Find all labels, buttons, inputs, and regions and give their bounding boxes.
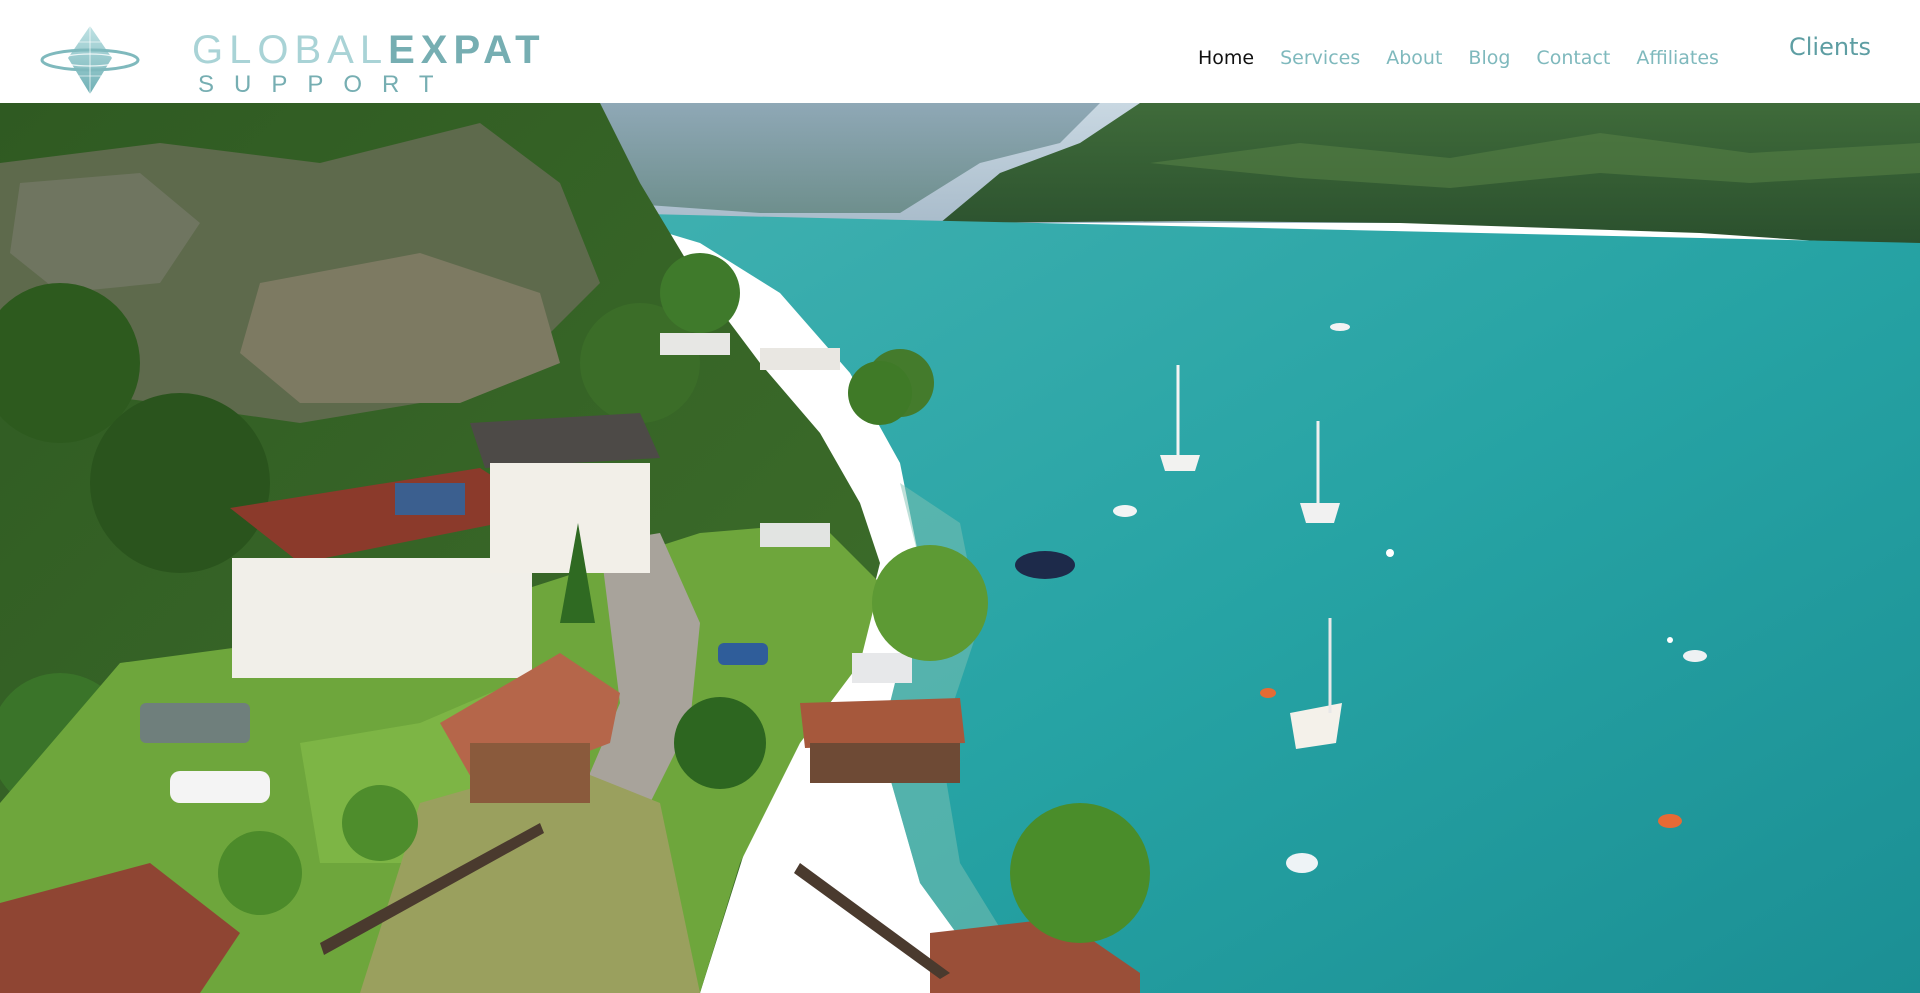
diamond-globe-logo-icon [40,26,140,94]
nav-contact[interactable]: Contact [1536,44,1610,72]
logo-word-expat: EXPAT [388,28,546,72]
logo-word-global: GLOBAL [192,28,389,72]
site-header: GLOBALEXPAT SUPPORT Home Services About … [0,0,1920,103]
nav-home[interactable]: Home [1198,44,1254,72]
hero-image [0,103,1920,993]
nav-about[interactable]: About [1386,44,1442,72]
main-nav: Home Services About Blog Contact Affilia… [1198,44,1745,72]
nav-blog[interactable]: Blog [1468,44,1510,72]
logo-title: GLOBALEXPAT [192,28,546,72]
aerial-lake-village-photo [0,103,1920,993]
nav-affiliates[interactable]: Affiliates [1636,44,1719,72]
nav-services[interactable]: Services [1280,44,1360,72]
logo-subtitle: SUPPORT [198,71,454,98]
logo-link[interactable]: GLOBALEXPAT SUPPORT [40,24,546,98]
clients-link[interactable]: Clients [1789,32,1871,62]
logo-wordmark: GLOBALEXPAT SUPPORT [192,24,546,98]
